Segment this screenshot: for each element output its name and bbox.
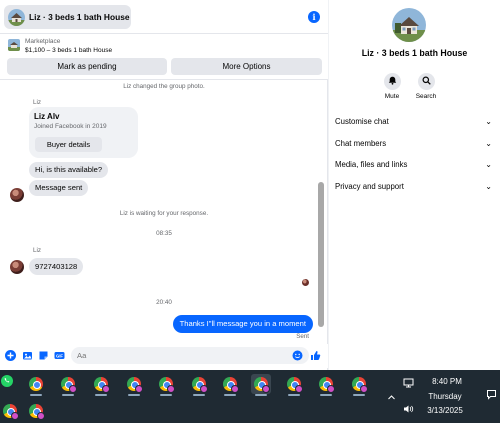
avatar[interactable]	[10, 188, 24, 202]
chevron-down-icon: ⌄	[485, 160, 492, 169]
message-input[interactable]	[71, 347, 309, 364]
chrome-profile-icon[interactable]	[91, 374, 111, 396]
thread-scrollbar[interactable]	[318, 182, 324, 327]
chrome-profile-icon[interactable]	[26, 401, 46, 421]
conversation-avatar[interactable]	[392, 8, 426, 42]
mute-button[interactable]: Mute	[378, 73, 406, 100]
search-label: Search	[415, 93, 437, 100]
listing-thumbnail	[8, 39, 20, 51]
chrome-profile-icon[interactable]	[0, 401, 20, 421]
customise-chat-row[interactable]: Customise chat ⌄	[335, 114, 492, 130]
search-icon	[421, 76, 431, 87]
chrome-profile-icon[interactable]	[156, 374, 176, 396]
more-options-button[interactable]: More Options	[171, 58, 322, 75]
chevron-down-icon: ⌄	[485, 182, 492, 191]
buyer-card: Liz Alv Joined Facebook in 2019 Buyer de…	[29, 107, 138, 158]
whatsapp-icon[interactable]	[0, 374, 14, 390]
row-label: Privacy and support	[335, 182, 404, 191]
message-bubble-outgoing[interactable]: Thanks I"ll message you in a moment	[172, 315, 313, 333]
message-bubble[interactable]: Message sent	[29, 180, 89, 196]
chat-panel: Liz · 3 beds 1 bath House i Marketplace …	[0, 0, 328, 370]
thumbs-up-icon[interactable]	[310, 350, 321, 361]
chrome-profile-icon[interactable]	[58, 374, 78, 396]
chevron-up-icon[interactable]	[387, 393, 396, 404]
message-bubble[interactable]: 9727403128	[29, 258, 84, 275]
listing-title[interactable]: $1,100 – 3 beds 1 bath House	[25, 47, 112, 54]
chrome-profile-icon[interactable]	[220, 374, 240, 396]
chat-members-row[interactable]: Chat members ⌄	[335, 136, 492, 152]
chrome-icon[interactable]	[26, 374, 46, 396]
plus-circle-icon[interactable]	[5, 350, 16, 361]
system-notice: Liz is waiting for your response.	[119, 210, 209, 217]
volume-icon[interactable]	[403, 404, 414, 416]
avatar[interactable]	[10, 260, 24, 274]
row-label: Media, files and links	[335, 160, 408, 169]
photo-icon[interactable]	[22, 350, 33, 361]
sender-name: Liz	[33, 247, 42, 254]
system-notice: Liz changed the group photo.	[123, 83, 205, 90]
network-icon[interactable]	[403, 378, 414, 390]
sticker-icon[interactable]	[38, 350, 49, 361]
emoji-icon[interactable]	[292, 350, 303, 361]
chrome-profile-icon[interactable]	[189, 374, 209, 396]
notification-icon[interactable]	[486, 389, 497, 402]
buyer-name: Liz Alv	[34, 112, 60, 121]
chat-title: Liz · 3 beds 1 bath House	[29, 12, 130, 22]
message-thread: Liz changed the group photo. Liz Liz Alv…	[0, 80, 328, 342]
chat-details-panel: Liz · 3 beds 1 bath House Mute Search Cu…	[329, 0, 500, 370]
svg-text:GIF: GIF	[56, 353, 63, 358]
buyer-details-button[interactable]: Buyer details	[35, 137, 102, 152]
mute-label: Mute	[384, 93, 400, 100]
taskbar-clock-day[interactable]: Thursday	[420, 392, 470, 401]
chrome-profile-icon-active[interactable]	[251, 374, 271, 396]
marketplace-label: Marketplace	[25, 38, 61, 45]
conversation-name: Liz · 3 beds 1 bath House	[361, 48, 468, 58]
taskbar-clock-date[interactable]: 3/13/2025	[420, 406, 470, 415]
bell-icon	[388, 76, 397, 87]
privacy-support-row[interactable]: Privacy and support ⌄	[335, 179, 492, 195]
chat-header: Liz · 3 beds 1 bath House i	[0, 0, 328, 34]
chevron-down-icon: ⌄	[485, 117, 492, 126]
timestamp: 20:40	[156, 299, 172, 306]
taskbar-clock-time[interactable]: 8:40 PM	[424, 377, 470, 386]
message-bubble[interactable]: Hi, is this available?	[29, 162, 109, 178]
chrome-profile-icon[interactable]	[284, 374, 304, 396]
mark-as-pending-button[interactable]: Mark as pending	[7, 58, 167, 75]
row-label: Chat members	[335, 139, 387, 148]
message-status: Sent	[296, 333, 309, 340]
info-icon[interactable]: i	[308, 11, 320, 23]
house-thumbnail	[8, 8, 25, 26]
chrome-profile-icon[interactable]	[316, 374, 336, 396]
chrome-profile-icon[interactable]	[349, 374, 369, 396]
chrome-profile-icon[interactable]	[124, 374, 144, 396]
buyer-joined: Joined Facebook in 2019	[34, 123, 107, 130]
media-files-links-row[interactable]: Media, files and links ⌄	[335, 157, 492, 173]
chevron-down-icon: ⌄	[485, 139, 492, 148]
gif-icon[interactable]: GIF	[54, 350, 65, 361]
search-button[interactable]: Search	[412, 73, 440, 100]
chat-title-button[interactable]: Liz · 3 beds 1 bath House	[4, 5, 131, 29]
seen-avatar	[302, 279, 309, 286]
timestamp: 08:35	[156, 230, 172, 237]
row-label: Customise chat	[335, 117, 389, 126]
sender-name: Liz	[33, 99, 42, 106]
